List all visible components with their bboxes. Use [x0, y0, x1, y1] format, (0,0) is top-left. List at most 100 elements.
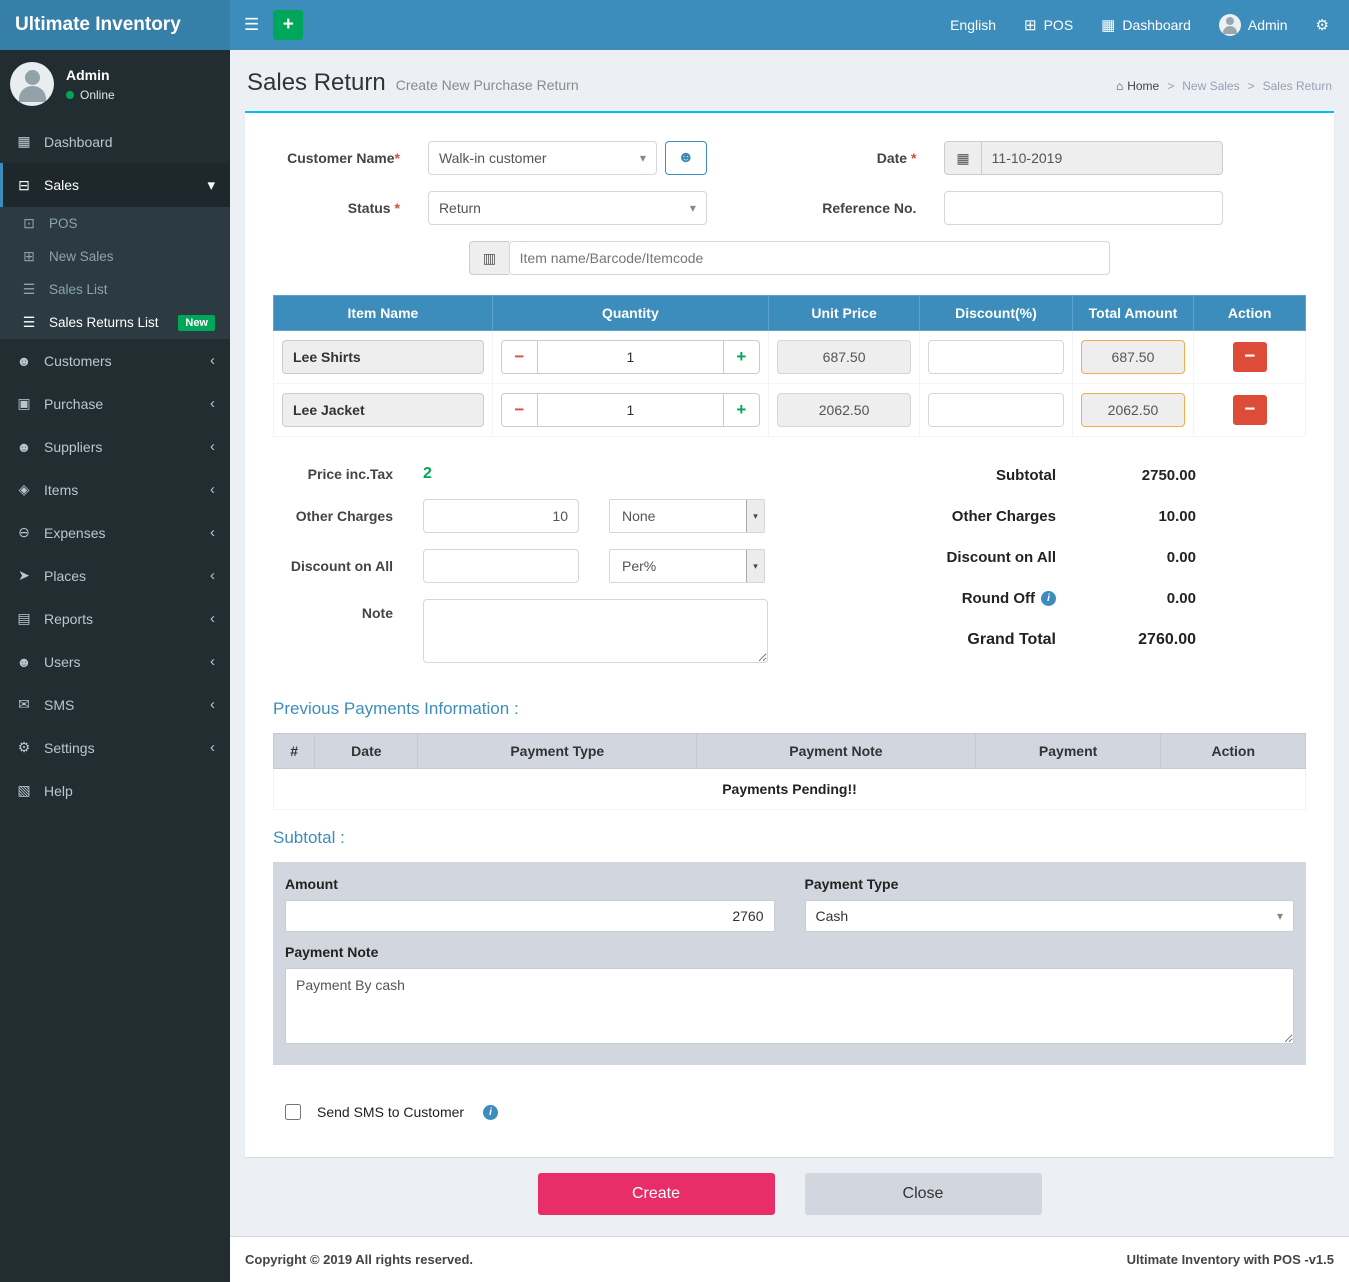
language-menu[interactable]: English [950, 17, 996, 33]
remove-item-button[interactable]: − [1233, 395, 1267, 425]
breadcrumb-new-sales[interactable]: New Sales [1182, 79, 1239, 93]
col-payment-note: Payment Note [697, 734, 976, 769]
col-action: Action [1194, 296, 1306, 331]
status-select-value: Return [439, 200, 481, 216]
payment-type-label: Payment Type [805, 876, 1295, 892]
sidebar-item-sms[interactable]: ✉ SMS ‹ [0, 683, 230, 726]
sidebar-subitem-label: New Sales [49, 249, 114, 264]
sidebar-subitem-sales-list[interactable]: ☰ Sales List [0, 273, 230, 306]
col-item-name: Item Name [274, 296, 493, 331]
sidebar-item-items[interactable]: ◈ Items ‹ [0, 468, 230, 511]
quick-add-button[interactable]: + [273, 10, 303, 40]
user-avatar [10, 62, 54, 106]
app-logo[interactable]: Ultimate Inventory [0, 0, 230, 50]
barcode-icon: ▥ [469, 241, 508, 275]
language-label: English [950, 17, 996, 33]
status-select[interactable]: Return ▾ [428, 191, 707, 225]
payment-note-textarea[interactable] [285, 968, 1294, 1044]
previous-payments-table: # Date Payment Type Payment Note Payment… [273, 733, 1306, 810]
sidebar-item-settings[interactable]: ⚙ Settings ‹ [0, 726, 230, 769]
plus-square-icon: ⊞ [20, 248, 38, 265]
other-charges-type-select[interactable]: None ▾ [609, 499, 765, 533]
expenses-icon: ⊖ [15, 524, 33, 541]
list-icon: ☰ [20, 281, 38, 298]
reference-input[interactable] [944, 191, 1223, 225]
discount-all-label: Discount on All [273, 558, 423, 574]
col-discount: Discount(%) [920, 296, 1072, 331]
unit-price-input [777, 393, 911, 427]
subtotal-heading: Subtotal : [273, 828, 1306, 848]
sales-submenu: ⊡ POS ⊞ New Sales ☰ Sales List [0, 207, 230, 339]
charges-form: Price inc.Tax 2 Other Charges None ▾ [273, 465, 851, 679]
settings-menu[interactable]: ⚙ [1316, 16, 1329, 34]
sidebar-item-sales[interactable]: ⊟ Sales ▾ ⊡ POS ⊞ New Sales [0, 163, 230, 339]
col-payment-type: Payment Type [418, 734, 697, 769]
subtotal-label: Subtotal [996, 467, 1056, 484]
page-footer: Copyright © 2019 All rights reserved. Ul… [230, 1236, 1349, 1282]
sidebar-item-label: Sales [44, 177, 79, 193]
sidebar-item-places[interactable]: ➤ Places ‹ [0, 554, 230, 597]
item-name-input [282, 340, 484, 374]
sidebar-item-users[interactable]: ☻ Users ‹ [0, 640, 230, 683]
sidebar-subitem-pos[interactable]: ⊡ POS [0, 207, 230, 240]
caret-down-icon: ▾ [640, 151, 646, 165]
qty-input[interactable] [537, 340, 724, 374]
sidebar-item-label: Suppliers [44, 439, 102, 455]
user-avatar-small [1219, 14, 1241, 36]
payment-type-select[interactable]: Cash ▾ [805, 900, 1295, 932]
qty-decrease-button[interactable]: − [501, 340, 537, 374]
sidebar-item-label: Reports [44, 611, 93, 627]
gear-icon: ⚙ [1316, 16, 1329, 34]
item-search: ▥ [469, 241, 1109, 275]
remove-item-button[interactable]: − [1233, 342, 1267, 372]
breadcrumb-current: Sales Return [1263, 79, 1332, 93]
other-charges-input[interactable] [423, 499, 579, 533]
date-input[interactable] [981, 141, 1224, 175]
hamburger-icon[interactable]: ☰ [230, 15, 273, 35]
cart-icon: ⊟ [15, 177, 33, 194]
total-amount-input [1081, 393, 1186, 427]
send-sms-checkbox[interactable] [285, 1104, 301, 1120]
close-button[interactable]: Close [805, 1173, 1042, 1215]
pos-link[interactable]: ⊞ POS [1024, 16, 1073, 34]
dashboard-link[interactable]: ▦ Dashboard [1101, 16, 1191, 34]
sales-return-card: Customer Name* Walk-in customer ▾ ☻ [245, 111, 1334, 1157]
sidebar-item-label: Help [44, 783, 73, 799]
info-icon[interactable]: i [1041, 591, 1056, 606]
sidebar-subitem-sales-returns-list[interactable]: ☰ Sales Returns List New [0, 306, 230, 339]
note-textarea[interactable] [423, 599, 768, 663]
qty-decrease-button[interactable]: − [501, 393, 537, 427]
info-icon[interactable]: i [483, 1105, 498, 1120]
home-icon: ⌂ [1116, 79, 1123, 93]
payments-empty-row: Payments Pending!! [274, 769, 1306, 810]
col-date: Date [315, 734, 418, 769]
qty-increase-button[interactable]: + [724, 393, 760, 427]
amount-input[interactable] [285, 900, 775, 932]
user-menu[interactable]: Admin [1219, 14, 1288, 36]
sidebar-item-customers[interactable]: ☻ Customers ‹ [0, 339, 230, 382]
sidebar-user-status: Online [66, 88, 115, 102]
add-customer-button[interactable]: ☻ [665, 141, 707, 175]
qty-increase-button[interactable]: + [724, 340, 760, 374]
qty-input[interactable] [537, 393, 724, 427]
sidebar-item-help[interactable]: ▧ Help [0, 769, 230, 812]
discount-all-input[interactable] [423, 549, 579, 583]
sidebar-item-reports[interactable]: ▤ Reports ‹ [0, 597, 230, 640]
roundoff-label: Round Off i [962, 590, 1056, 607]
unit-price-input [777, 340, 911, 374]
grand-total-value: 2760.00 [1056, 631, 1196, 649]
add-customer-icon: ☻ [677, 149, 694, 167]
customer-select[interactable]: Walk-in customer ▾ [428, 141, 657, 175]
item-search-input[interactable] [509, 241, 1110, 275]
breadcrumb-home[interactable]: ⌂ Home [1116, 79, 1159, 93]
sidebar-subitem-new-sales[interactable]: ⊞ New Sales [0, 240, 230, 273]
discount-all-type-select[interactable]: Per% ▾ [609, 549, 765, 583]
sidebar-item-label: SMS [44, 697, 74, 713]
sidebar-item-suppliers[interactable]: ☻ Suppliers ‹ [0, 425, 230, 468]
sidebar-item-expenses[interactable]: ⊖ Expenses ‹ [0, 511, 230, 554]
sidebar-item-purchase[interactable]: ▣ Purchase ‹ [0, 382, 230, 425]
discount-input[interactable] [928, 393, 1063, 427]
create-button[interactable]: Create [538, 1173, 775, 1215]
sidebar-item-dashboard[interactable]: ▦ Dashboard [0, 120, 230, 163]
discount-input[interactable] [928, 340, 1063, 374]
